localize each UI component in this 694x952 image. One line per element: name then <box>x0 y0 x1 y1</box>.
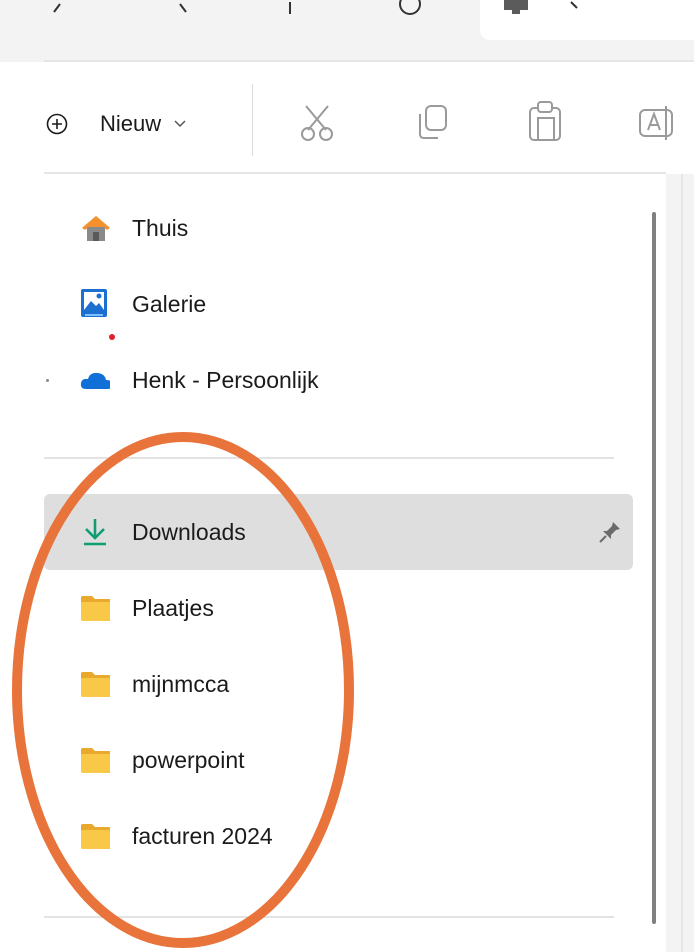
nav-item-folder[interactable]: Plaatjes <box>44 570 633 646</box>
folder-icon <box>80 821 110 851</box>
copy-icon <box>419 105 447 139</box>
content-pane-edge <box>666 174 694 952</box>
refresh-icon <box>399 0 421 15</box>
command-separator <box>252 84 253 156</box>
back-arrow-icon <box>53 3 61 13</box>
nav-label: Downloads <box>132 518 246 545</box>
notification-dot <box>109 334 115 340</box>
nav-buttons-row <box>44 0 484 60</box>
nav-label: mijnmcca <box>132 670 230 697</box>
nav-label: Galerie <box>132 290 207 317</box>
gallery-icon <box>80 289 110 319</box>
nav-label: facturen 2024 <box>132 822 273 849</box>
pin-icon[interactable] <box>598 520 622 544</box>
cut-button[interactable] <box>298 100 338 144</box>
nav-pane-scrollbar[interactable] <box>652 212 656 924</box>
nav-buttons-partial <box>53 0 421 15</box>
rename-icon <box>639 106 673 140</box>
nav-item-downloads[interactable]: Downloads <box>44 494 633 570</box>
nav-label: Plaatjes <box>132 594 214 621</box>
new-button[interactable]: Nieuw <box>44 104 229 144</box>
nav-item-folder[interactable]: mijnmcca <box>44 646 633 722</box>
nav-label: Thuis <box>132 214 189 241</box>
nav-divider <box>44 457 614 459</box>
paste-button[interactable] <box>526 100 566 144</box>
this-pc-icon <box>500 0 540 20</box>
folder-icon <box>80 593 110 623</box>
folder-icon <box>80 745 110 775</box>
scissors-icon <box>301 105 333 141</box>
breadcrumb-chevron-icon[interactable] <box>568 0 582 16</box>
nav-item-folder[interactable]: powerpoint <box>44 722 633 798</box>
home-icon <box>80 213 110 243</box>
nav-item-gallery[interactable]: Galerie <box>44 266 633 342</box>
forward-arrow-icon <box>179 3 187 13</box>
nav-item-home[interactable]: Thuis <box>44 190 633 266</box>
command-bar-divider <box>44 172 666 174</box>
chevron-down-icon <box>174 120 186 128</box>
nav-label: Henk - Persoonlijk <box>132 366 319 393</box>
new-button-label: Nieuw <box>100 111 162 136</box>
copy-button[interactable] <box>414 104 454 144</box>
pane-divider <box>681 174 683 952</box>
download-icon <box>80 517 110 547</box>
expand-chevron-icon[interactable] <box>46 379 49 382</box>
nav-item-onedrive[interactable]: Henk - Persoonlijk <box>44 342 633 418</box>
nav-label: powerpoint <box>132 746 245 773</box>
onedrive-cloud-icon <box>80 365 110 395</box>
clipboard-icon <box>529 101 561 141</box>
rename-button[interactable] <box>638 104 682 144</box>
nav-divider <box>44 916 614 918</box>
nav-item-folder[interactable]: facturen 2024 <box>44 798 633 874</box>
plus-circle-icon <box>46 113 68 135</box>
folder-icon <box>80 669 110 699</box>
